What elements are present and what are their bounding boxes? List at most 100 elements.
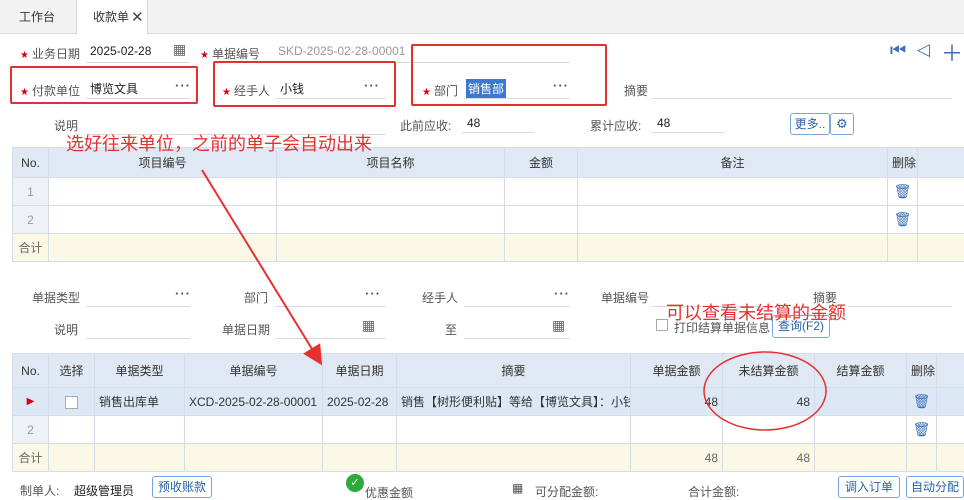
- prepay-button[interactable]: 预收账款: [152, 476, 212, 498]
- col-header-bill-type[interactable]: 单据类型: [94, 353, 185, 388]
- cell-bill-amount[interactable]: [630, 415, 723, 444]
- filter-bill-type-input[interactable]: [86, 306, 190, 307]
- tab-workbench[interactable]: 工作台: [8, 0, 66, 34]
- trash-icon[interactable]: 🗑: [913, 421, 931, 437]
- delete-row-button[interactable]: 🗑: [887, 205, 918, 234]
- cell-settled[interactable]: [814, 415, 907, 444]
- row-select-cell[interactable]: [48, 387, 95, 416]
- cell-amount[interactable]: [504, 205, 578, 234]
- current-row-arrow-icon: ▶: [12, 387, 49, 416]
- cell-bill-amount[interactable]: 48: [630, 387, 723, 416]
- col-header-blank: [917, 147, 964, 178]
- more-button[interactable]: 更多..: [790, 113, 830, 135]
- col-header-amount[interactable]: 金额: [504, 147, 578, 178]
- col-header-unsettled[interactable]: 未结算金额: [722, 353, 815, 388]
- trash-icon[interactable]: 🗑: [913, 393, 931, 409]
- bill-no-field[interactable]: SKD-2025-02-28-00001: [278, 44, 405, 58]
- import-order-button[interactable]: 调入订单: [838, 476, 900, 498]
- col-header-delete: 删除: [906, 353, 937, 388]
- trash-icon[interactable]: 🗑: [894, 183, 912, 199]
- calendar-icon[interactable]: ▦: [362, 317, 375, 334]
- biz-date-field[interactable]: 2025-02-28: [90, 44, 151, 58]
- cell-item-name[interactable]: [276, 205, 505, 234]
- close-icon[interactable]: ✕: [131, 8, 144, 26]
- col-header-bill-amount[interactable]: 单据金额: [630, 353, 723, 388]
- total-row: 合计 48 48: [12, 443, 964, 472]
- bill-no-label: ★ 单据编号: [200, 47, 260, 61]
- settlement-grid-header: No. 选择 单据类型 单据编号 单据日期 摘要 单据金额 未结算金额 结算金额…: [12, 353, 964, 388]
- col-header-bill-date[interactable]: 单据日期: [322, 353, 397, 388]
- cell-bill-type[interactable]: 销售出库单: [94, 387, 185, 416]
- first-record-icon[interactable]: ⏮: [890, 40, 906, 61]
- col-header-remark[interactable]: 备注: [577, 147, 888, 178]
- cell-bill-no[interactable]: [184, 415, 323, 444]
- filter-date-to-input[interactable]: [464, 338, 570, 339]
- filter-to-label: 至: [445, 323, 458, 337]
- filter-handler-label: 经手人: [422, 291, 459, 305]
- filter-note-input[interactable]: [86, 338, 190, 339]
- filter-date-from-input[interactable]: [276, 338, 386, 339]
- cell-bill-no[interactable]: XCD-2025-02-28-00001: [184, 387, 323, 416]
- cell-remark[interactable]: [577, 177, 888, 206]
- settlement-grid: No. 选择 单据类型 单据编号 单据日期 摘要 单据金额 未结算金额 结算金额…: [12, 353, 964, 472]
- filter-dept-picker[interactable]: ···: [365, 286, 381, 301]
- filter-summary-input[interactable]: [848, 306, 952, 307]
- table-row[interactable]: ▶ 销售出库单 XCD-2025-02-28-00001 2025-02-28 …: [12, 387, 964, 416]
- row-select-cell[interactable]: [48, 415, 95, 444]
- filter-dept-input[interactable]: [276, 306, 386, 307]
- handler-highlight-box: [213, 61, 396, 107]
- total-receivable-value: 48: [657, 116, 671, 130]
- cell-summary[interactable]: 销售【树形便利贴】等给【博览文具】：小钱: [396, 387, 631, 416]
- add-icon[interactable]: ＋: [941, 36, 963, 68]
- cell-amount[interactable]: [504, 177, 578, 206]
- trash-icon[interactable]: 🗑: [894, 211, 912, 227]
- col-header-summary[interactable]: 摘要: [396, 353, 631, 388]
- calendar-icon[interactable]: ▦: [552, 317, 565, 334]
- delete-row-button[interactable]: 🗑: [887, 177, 918, 206]
- col-header-bill-no[interactable]: 单据编号: [184, 353, 323, 388]
- summary-input[interactable]: [652, 98, 952, 99]
- cell-settled[interactable]: [814, 387, 907, 416]
- auto-allocate-button[interactable]: 自动分配: [906, 476, 964, 498]
- row-number: 2: [12, 205, 49, 234]
- filter-bill-type-picker[interactable]: ···: [175, 286, 191, 301]
- tab-receipt-label: 收款单: [93, 10, 130, 24]
- cell-bill-type[interactable]: [94, 415, 185, 444]
- cell-item-name[interactable]: [276, 177, 505, 206]
- delete-row-button[interactable]: 🗑: [906, 415, 937, 444]
- maker-value: 超级管理员: [74, 484, 135, 498]
- discount-label: 优惠金额: [365, 486, 414, 500]
- cell-bill-date[interactable]: 2025-02-28: [322, 387, 397, 416]
- filter-bill-no-label: 单据编号: [601, 291, 650, 305]
- items-grid: No. 项目编号 项目名称 金额 备注 删除 1 🗑 2 🗑 合计: [12, 147, 964, 262]
- cell-item-code[interactable]: [48, 205, 277, 234]
- summary-label: 摘要: [624, 84, 649, 98]
- row-number: 2: [12, 415, 49, 444]
- cell-unsettled[interactable]: [722, 415, 815, 444]
- discount-icon[interactable]: ✓: [346, 474, 364, 492]
- filter-bill-type-label: 单据类型: [32, 291, 81, 305]
- payer-highlight-box: [10, 66, 198, 104]
- delete-row-button[interactable]: 🗑: [906, 387, 937, 416]
- prev-receivable-label: 此前应收:: [400, 119, 452, 133]
- table-row[interactable]: 1 🗑: [12, 177, 964, 206]
- cell-summary[interactable]: [396, 415, 631, 444]
- row-select-checkbox[interactable]: [65, 395, 78, 409]
- settings-gear-icon[interactable]: ⚙: [830, 113, 854, 135]
- filter-handler-picker[interactable]: ···: [554, 286, 570, 301]
- total-amount-label: 合计金额:: [688, 485, 740, 499]
- col-header-settled[interactable]: 结算金额: [814, 353, 907, 388]
- previous-record-icon[interactable]: ◁: [917, 40, 930, 60]
- total-label: 合计: [12, 233, 49, 262]
- calendar-icon[interactable]: ▦: [173, 41, 186, 58]
- cell-item-code[interactable]: [48, 177, 277, 206]
- maker-label: 制单人:: [20, 484, 60, 498]
- cell-remark[interactable]: [577, 205, 888, 234]
- cell-unsettled[interactable]: 48: [722, 387, 815, 416]
- table-row[interactable]: 2 🗑: [12, 205, 964, 234]
- col-header-select: 选择: [48, 353, 95, 388]
- table-row[interactable]: 2 🗑: [12, 415, 964, 444]
- filter-handler-input[interactable]: [464, 306, 570, 307]
- calculator-icon[interactable]: ▦: [512, 481, 523, 495]
- cell-bill-date[interactable]: [322, 415, 397, 444]
